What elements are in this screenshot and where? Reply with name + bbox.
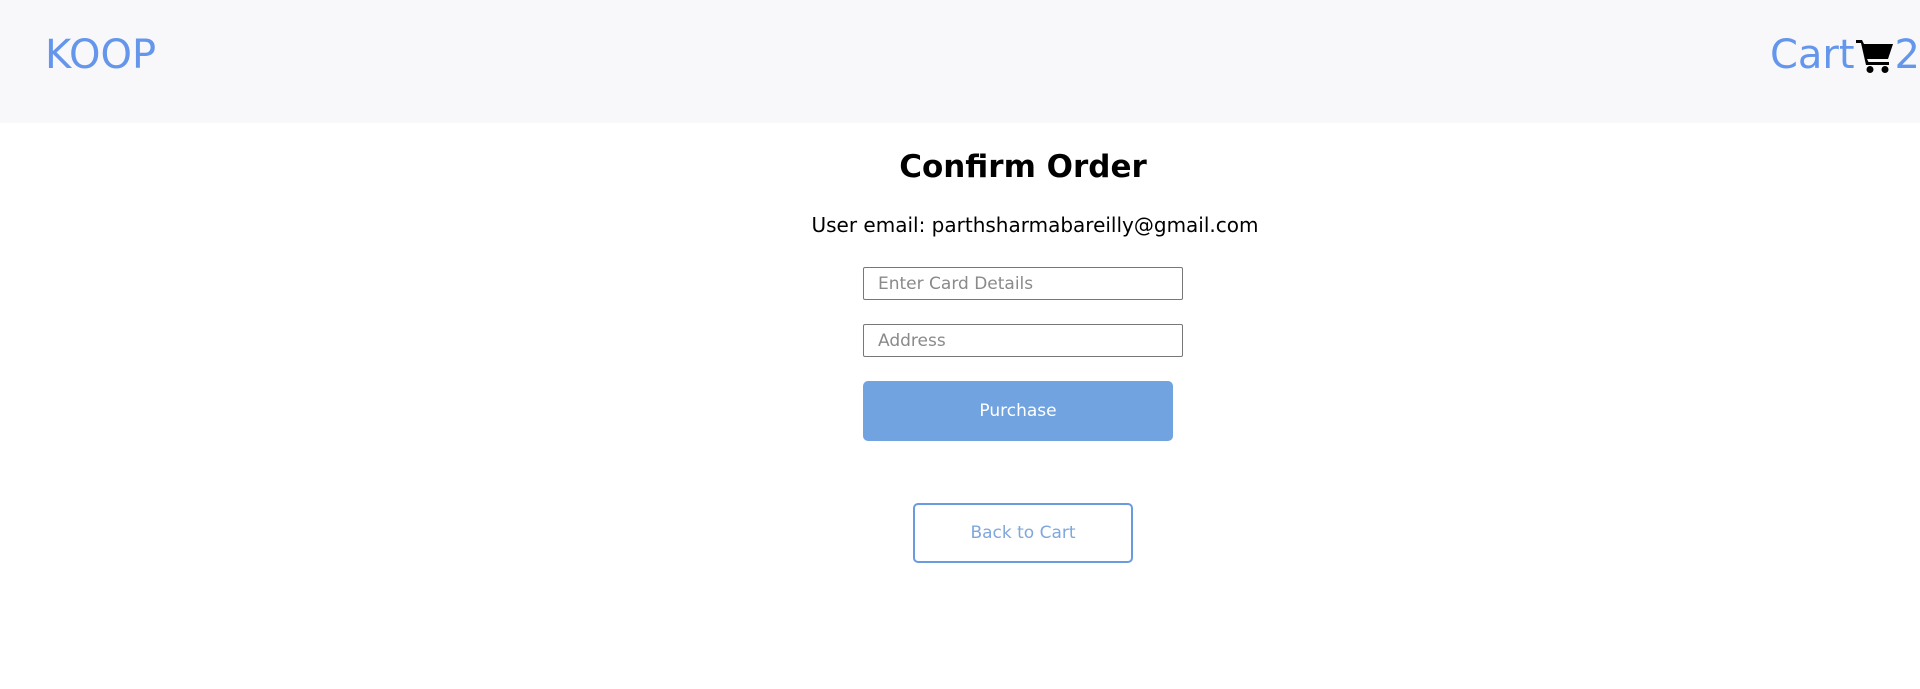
- navbar: KOOP Cart 2: [0, 0, 1920, 123]
- card-details-input[interactable]: [863, 267, 1183, 300]
- cart-count-badge: 2: [1894, 32, 1920, 78]
- address-input[interactable]: [863, 324, 1183, 357]
- brand-logo[interactable]: KOOP: [45, 30, 156, 80]
- cart-label: Cart: [1769, 32, 1855, 78]
- cart-link[interactable]: Cart 2: [1770, 30, 1920, 80]
- shopping-cart-icon: [1855, 35, 1895, 75]
- purchase-button[interactable]: Purchase: [863, 381, 1173, 441]
- back-to-cart-button[interactable]: Back to Cart: [913, 503, 1133, 563]
- page-title: Confirm Order: [899, 149, 1147, 185]
- user-email-text: User email: parthsharmabareilly@gmail.co…: [811, 213, 1259, 237]
